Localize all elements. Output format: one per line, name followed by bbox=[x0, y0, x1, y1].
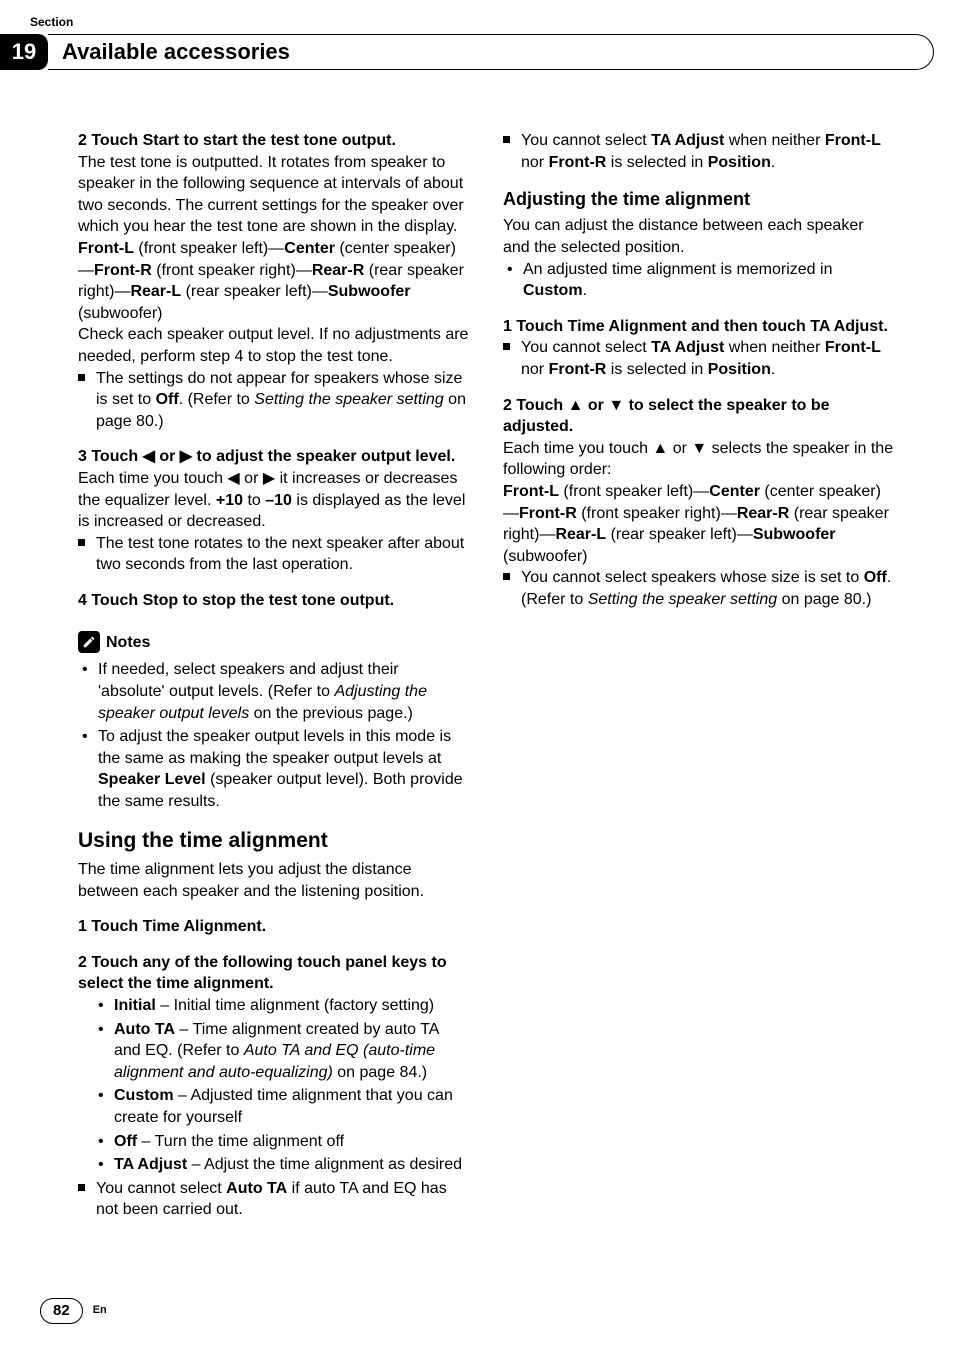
step-heading: 2 Touch Start to start the test tone out… bbox=[78, 130, 469, 152]
notes-label: Notes bbox=[106, 632, 150, 654]
page-number: 82 bbox=[40, 1298, 83, 1324]
list-item: To adjust the speaker output levels in t… bbox=[98, 726, 469, 812]
heading-3: Adjusting the time alignment bbox=[503, 187, 894, 211]
step-heading: 1 Touch Time Alignment. bbox=[78, 916, 469, 938]
page-content: 2 Touch Start to start the test tone out… bbox=[78, 130, 894, 1262]
list-item: Initial – Initial time alignment (factor… bbox=[114, 995, 469, 1017]
speaker-sequence: Front-L (front speaker left)—Center (cen… bbox=[503, 481, 894, 567]
step-heading: 1 Touch Time Alignment and then touch TA… bbox=[503, 316, 894, 338]
step-heading: 2 Touch ▲ or ▼ to select the speaker to … bbox=[503, 395, 894, 438]
body-text: The time alignment lets you adjust the d… bbox=[78, 859, 469, 902]
chapter-number-badge: 19 bbox=[0, 34, 48, 70]
step-heading: 2 Touch any of the following touch panel… bbox=[78, 952, 469, 995]
note-item: The test tone rotates to the next speake… bbox=[78, 533, 469, 576]
speaker-sequence: Front-L (front speaker left)—Center (cen… bbox=[78, 238, 469, 324]
heading-2: Using the time alignment bbox=[78, 827, 469, 855]
chapter-title: Available accessories bbox=[48, 34, 934, 70]
chapter-header: 19 Available accessories bbox=[0, 34, 934, 70]
notes-heading: Notes bbox=[78, 631, 469, 653]
page-footer: 82 En bbox=[40, 1298, 107, 1324]
note-item: You cannot select TA Adjust when neither… bbox=[503, 130, 894, 173]
list-item: An adjusted time alignment is memorized … bbox=[523, 259, 894, 302]
body-text: Check each speaker output level. If no a… bbox=[78, 324, 469, 367]
body-text: The test tone is outputted. It rotates f… bbox=[78, 152, 469, 238]
note-item: You cannot select speakers whose size is… bbox=[503, 567, 894, 610]
list-item: Auto TA – Time alignment created by auto… bbox=[114, 1019, 469, 1084]
step-heading: 3 Touch ◀ or ▶ to adjust the speaker out… bbox=[78, 446, 469, 468]
body-text: Each time you touch ▲ or ▼ selects the s… bbox=[503, 438, 894, 481]
list-item: Custom – Adjusted time alignment that yo… bbox=[114, 1085, 469, 1128]
step-heading: 4 Touch Stop to stop the test tone outpu… bbox=[78, 590, 469, 612]
note-item: You cannot select TA Adjust when neither… bbox=[503, 337, 894, 380]
body-text: Each time you touch ◀ or ▶ it increases … bbox=[78, 468, 469, 533]
note-item: You cannot select Auto TA if auto TA and… bbox=[78, 1178, 469, 1221]
list-item: TA Adjust – Adjust the time alignment as… bbox=[114, 1154, 469, 1176]
language-label: En bbox=[93, 1303, 107, 1318]
note-item: The settings do not appear for speakers … bbox=[78, 368, 469, 433]
list-item: Off – Turn the time alignment off bbox=[114, 1131, 469, 1153]
body-text: You can adjust the distance between each… bbox=[503, 215, 894, 258]
list-item: If needed, select speakers and adjust th… bbox=[98, 659, 469, 724]
pencil-icon bbox=[78, 631, 100, 653]
section-label: Section bbox=[30, 14, 73, 30]
